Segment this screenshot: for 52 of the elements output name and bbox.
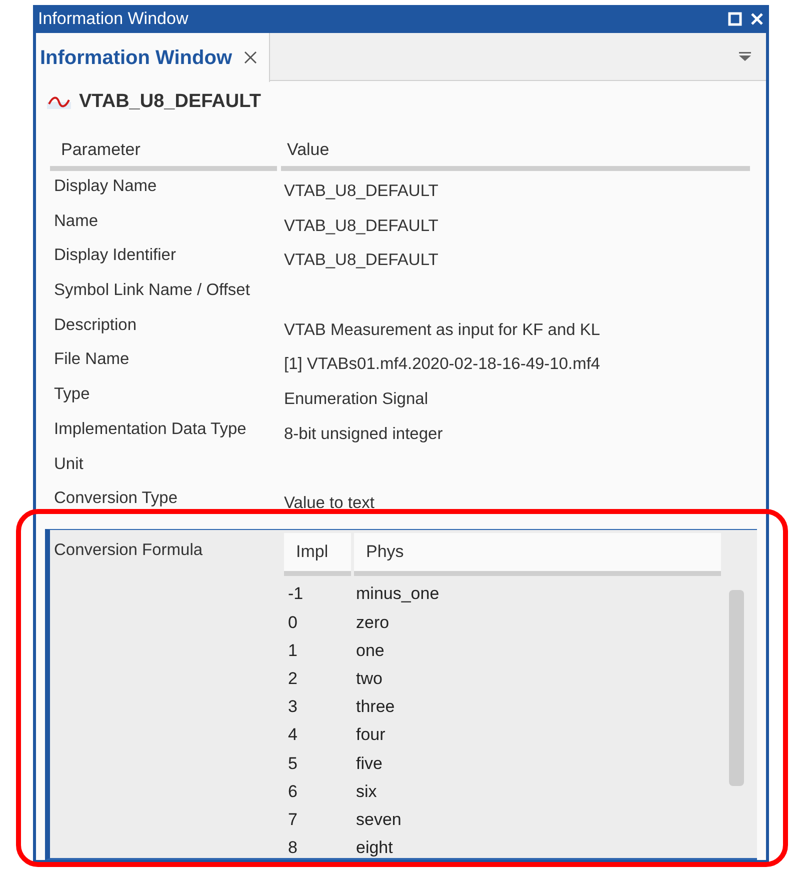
- phys-cell-text: five: [356, 752, 382, 775]
- impl-cell-text: 2: [287, 668, 298, 690]
- phys-cell-text: one: [356, 640, 384, 662]
- value-cell-text: 8-bit unsigned integer: [284, 424, 443, 445]
- close-icon[interactable]: [244, 51, 258, 64]
- parameter-cell-text: Symbol Link Name / Offset: [54, 280, 251, 302]
- phys-cell-text: zero: [356, 612, 390, 634]
- selected-row[interactable]: Conversion Formula Impl Phys -1 minus_one 0 zero 1 one 2 two 3 three 4 four 5 five 6 six 7 seven 8 eight: [45, 528, 757, 860]
- phys-cell-text: two: [356, 668, 382, 690]
- impl-cell-text: 7: [287, 808, 298, 831]
- value-cell-text: VTAB_U8_DEFAULT: [284, 250, 438, 272]
- phys-cell-text: minus_one: [356, 583, 440, 606]
- column-header[interactable]: Parameter: [50, 133, 277, 171]
- parameter-cell-text: Unit: [54, 454, 84, 474]
- tab[interactable]: Information Window: [36, 33, 270, 82]
- impl-cell-text: -1: [287, 583, 304, 606]
- value-cell-text: VTAB_U8_DEFAULT: [284, 216, 438, 237]
- scrollbar-thumb[interactable]: [728, 590, 744, 786]
- impl-cell-text: 6: [287, 780, 298, 803]
- column-header[interactable]: Value: [281, 133, 750, 171]
- parameter-cell-text: Description: [54, 314, 138, 336]
- parameter-cell-text: Implementation Data Type: [54, 418, 248, 440]
- window-title: Information Window: [38, 8, 188, 30]
- parameter-cell-text: Display Name: [54, 176, 158, 197]
- parameter-cell-text: File Name: [54, 349, 130, 370]
- phys-cell-text: four: [356, 724, 386, 746]
- value-cell-text: Value to text: [284, 493, 375, 514]
- value-cell-text: [1] VTABs01.mf4.2020-02-18-16-49-10.mf4: [284, 354, 600, 376]
- impl-cell-text: 0: [287, 612, 298, 634]
- value-cell-text: Enumeration Signal: [284, 389, 428, 410]
- column-header[interactable]: Impl: [284, 532, 351, 576]
- phys-cell-text: six: [356, 780, 377, 803]
- phys-cell-text: three: [356, 696, 395, 718]
- phys-cell-text: eight: [356, 837, 393, 858]
- value-cell-text: VTAB Measurement as input for KF and KL: [284, 320, 600, 341]
- parameter-cell-text: Name: [54, 210, 100, 232]
- impl-cell-text: 8: [287, 837, 298, 858]
- parameter-cell-text: Display Identifier: [54, 245, 177, 266]
- impl-cell-text: 5: [287, 752, 298, 775]
- dropdown-icon[interactable]: [739, 52, 751, 62]
- column-header[interactable]: Phys: [354, 532, 721, 576]
- signal-icon: [47, 95, 71, 109]
- maximize-icon[interactable]: [728, 12, 742, 26]
- impl-cell-text: 4: [287, 724, 298, 746]
- parameter-cell-text: Conversion Formula: [54, 540, 204, 561]
- phys-cell-text: seven: [356, 808, 402, 831]
- impl-cell-text: 3: [287, 696, 298, 718]
- impl-cell-text: 1: [287, 640, 298, 662]
- parameter-cell-text: Type: [54, 384, 91, 406]
- parameter-cell-text: Conversion Type: [54, 488, 179, 510]
- value-cell-text: VTAB_U8_DEFAULT: [284, 181, 438, 202]
- signal-name: VTAB_U8_DEFAULT: [79, 90, 261, 114]
